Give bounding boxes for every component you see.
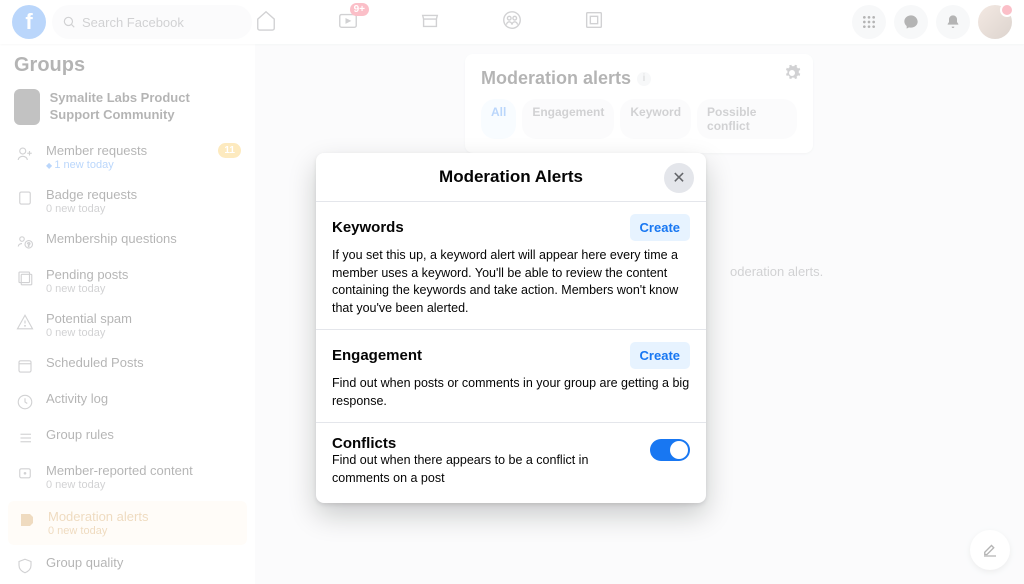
sidebar-item-member-requests[interactable]: Member requests1 new today 11 bbox=[0, 135, 255, 179]
sidebar-item-group-quality[interactable]: Group quality bbox=[0, 547, 255, 583]
conflicts-desc: Find out when there appears to be a conf… bbox=[332, 452, 638, 487]
sidebar-item-sub: 1 new today bbox=[46, 159, 218, 171]
sidebar-item-label: Moderation alerts bbox=[48, 509, 239, 524]
moderation-tabs: All Engagement Keyword Possible conflict bbox=[481, 99, 797, 139]
sidebar: Groups Symalite Labs Product Support Com… bbox=[0, 44, 255, 584]
list-icon bbox=[14, 427, 36, 447]
engagement-title: Engagement bbox=[332, 347, 422, 364]
engagement-desc: Find out when posts or comments in your … bbox=[332, 375, 690, 410]
notifications-icon[interactable] bbox=[936, 5, 970, 39]
home-icon[interactable] bbox=[255, 9, 277, 36]
svg-text:?: ? bbox=[27, 243, 30, 249]
sidebar-item-scheduled-posts[interactable]: Scheduled Posts bbox=[0, 347, 255, 383]
nav-center: 9+ bbox=[255, 9, 605, 36]
tab-possible-conflict[interactable]: Possible conflict bbox=[697, 99, 797, 139]
background-hint: oderation alerts. bbox=[730, 264, 823, 279]
moderation-title: Moderation alertsi bbox=[481, 68, 797, 89]
tab-engagement[interactable]: Engagement bbox=[522, 99, 614, 139]
close-icon[interactable]: ✕ bbox=[664, 163, 694, 193]
badge-icon bbox=[14, 187, 36, 207]
conflicts-section: Conflicts Find out when there appears to… bbox=[316, 423, 706, 503]
compose-icon bbox=[981, 541, 999, 559]
person-plus-icon bbox=[14, 143, 36, 163]
sidebar-item-badge: 11 bbox=[218, 143, 241, 158]
conflicts-title: Conflicts bbox=[332, 435, 638, 452]
modal-header: Moderation Alerts ✕ bbox=[316, 153, 706, 202]
facebook-logo[interactable]: f bbox=[12, 5, 46, 39]
sidebar-item-member-reported[interactable]: Member-reported content0 new today bbox=[0, 455, 255, 499]
compose-button[interactable] bbox=[970, 530, 1010, 570]
gaming-icon[interactable] bbox=[583, 9, 605, 36]
menu-icon[interactable] bbox=[852, 5, 886, 39]
warning-icon bbox=[14, 311, 36, 331]
sidebar-item-group-rules[interactable]: Group rules bbox=[0, 419, 255, 455]
sidebar-item-pending-posts[interactable]: Pending posts0 new today bbox=[0, 259, 255, 303]
sidebar-item-label: Activity log bbox=[46, 391, 241, 406]
info-icon[interactable]: i bbox=[637, 72, 651, 86]
sidebar-item-label: Badge requests bbox=[46, 187, 241, 202]
tab-all[interactable]: All bbox=[481, 99, 516, 139]
keywords-create-button[interactable]: Create bbox=[630, 214, 690, 241]
posts-icon bbox=[14, 267, 36, 287]
watch-badge: 9+ bbox=[350, 3, 369, 16]
flag-icon bbox=[14, 463, 36, 483]
search-icon bbox=[62, 15, 76, 29]
shield-icon bbox=[14, 555, 36, 575]
sidebar-item-label: Group quality bbox=[46, 555, 241, 570]
sidebar-item-label: Group rules bbox=[46, 427, 241, 442]
gear-icon[interactable] bbox=[783, 64, 801, 87]
question-icon: ? bbox=[14, 231, 36, 251]
sidebar-item-label: Membership questions bbox=[46, 231, 241, 246]
sidebar-item-sub: 0 new today bbox=[48, 525, 239, 537]
sidebar-item-moderation-alerts[interactable]: Moderation alerts0 new today bbox=[8, 501, 247, 545]
keywords-title: Keywords bbox=[332, 219, 404, 236]
group-header[interactable]: Symalite Labs Product Support Community bbox=[0, 83, 255, 135]
sidebar-item-sub: 0 new today bbox=[46, 479, 241, 491]
sidebar-item-sub: 0 new today bbox=[46, 283, 241, 295]
keywords-section: Keywords Create If you set this up, a ke… bbox=[316, 202, 706, 330]
watch-icon[interactable]: 9+ bbox=[337, 9, 359, 36]
alert-icon bbox=[16, 509, 38, 529]
sidebar-item-sub: 0 new today bbox=[46, 327, 241, 339]
moderation-alerts-modal: Moderation Alerts ✕ Keywords Create If y… bbox=[316, 153, 706, 503]
sidebar-item-potential-spam[interactable]: Potential spam0 new today bbox=[0, 303, 255, 347]
group-name: Symalite Labs Product Support Community bbox=[50, 90, 241, 124]
engagement-section: Engagement Create Find out when posts or… bbox=[316, 330, 706, 423]
sidebar-item-label: Pending posts bbox=[46, 267, 241, 282]
search-input[interactable]: Search Facebook bbox=[52, 5, 252, 39]
header: f Search Facebook 9+ bbox=[0, 0, 1024, 44]
header-right bbox=[852, 5, 1012, 39]
sidebar-item-activity-log[interactable]: Activity log bbox=[0, 383, 255, 419]
clock-icon bbox=[14, 391, 36, 411]
messenger-icon[interactable] bbox=[894, 5, 928, 39]
modal-title: Moderation Alerts bbox=[366, 167, 656, 187]
sidebar-item-label: Member requests bbox=[46, 143, 218, 158]
marketplace-icon[interactable] bbox=[419, 9, 441, 36]
engagement-create-button[interactable]: Create bbox=[630, 342, 690, 369]
avatar[interactable] bbox=[978, 5, 1012, 39]
keywords-desc: If you set this up, a keyword alert will… bbox=[332, 247, 690, 317]
moderation-card: Moderation alertsi All Engagement Keywor… bbox=[465, 54, 813, 153]
sidebar-item-label: Member-reported content bbox=[46, 463, 241, 478]
search-placeholder: Search Facebook bbox=[82, 15, 184, 30]
sidebar-item-label: Scheduled Posts bbox=[46, 355, 241, 370]
sidebar-title: Groups bbox=[0, 44, 255, 83]
calendar-icon bbox=[14, 355, 36, 375]
group-thumbnail bbox=[14, 89, 40, 125]
sidebar-item-label: Potential spam bbox=[46, 311, 241, 326]
conflicts-toggle[interactable] bbox=[650, 439, 690, 461]
sidebar-item-badge-requests[interactable]: Badge requests0 new today bbox=[0, 179, 255, 223]
sidebar-item-sub: 0 new today bbox=[46, 203, 241, 215]
tab-keyword[interactable]: Keyword bbox=[620, 99, 691, 139]
groups-icon[interactable] bbox=[501, 9, 523, 36]
sidebar-item-membership-questions[interactable]: ? Membership questions bbox=[0, 223, 255, 259]
